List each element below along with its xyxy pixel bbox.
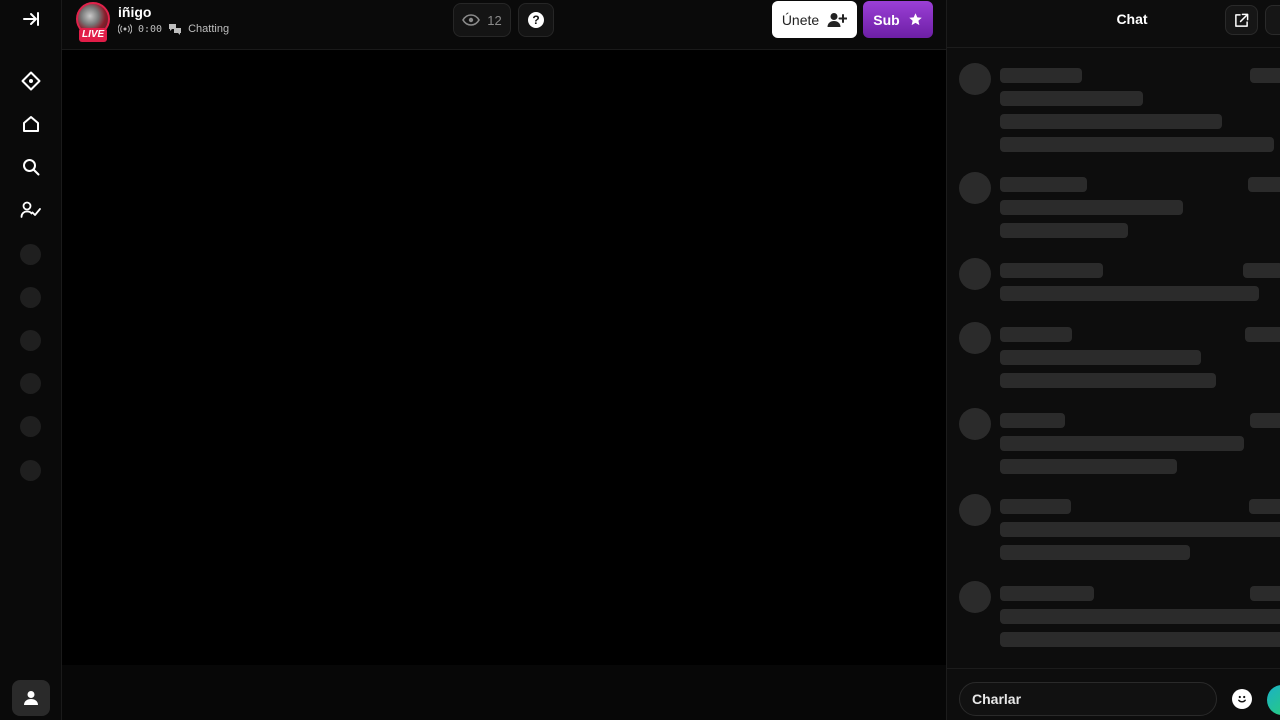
compass-diamond-icon — [21, 71, 41, 91]
followed-channel-placeholder[interactable] — [20, 287, 41, 308]
home-icon — [23, 116, 39, 132]
skeleton-avatar — [959, 581, 991, 613]
join-button-label: Únete — [781, 11, 820, 28]
skeleton-avatar — [959, 258, 991, 290]
skeleton-line — [1000, 545, 1190, 560]
stream-category[interactable]: Chatting — [188, 23, 229, 35]
skeleton-line — [1000, 436, 1244, 451]
sidebar-item-following[interactable] — [18, 197, 44, 223]
followed-channel-placeholder[interactable] — [20, 460, 41, 481]
skeleton-line — [1000, 522, 1280, 537]
user-icon — [24, 691, 38, 705]
skeleton-line — [1000, 223, 1128, 238]
sidebar-item-discover[interactable] — [18, 68, 44, 94]
video-player[interactable] — [62, 50, 946, 665]
skeleton-line — [1000, 327, 1072, 342]
eye-icon — [462, 14, 481, 26]
chat-composer — [947, 668, 1280, 720]
search-icon — [23, 159, 40, 176]
send-button[interactable] — [1267, 685, 1280, 715]
skeleton-line — [1000, 413, 1065, 428]
profile-button[interactable] — [12, 680, 50, 716]
skeleton-line — [1000, 114, 1222, 129]
skeleton-line — [1000, 137, 1274, 152]
skeleton-line — [1000, 91, 1143, 106]
skeleton-line — [1000, 177, 1087, 192]
stream-uptime: 0:00 — [138, 23, 163, 35]
viewer-count-value: 12 — [487, 12, 502, 28]
chat-input[interactable] — [959, 682, 1217, 716]
skeleton-line — [1000, 499, 1071, 514]
followed-channel-placeholder[interactable] — [20, 373, 41, 394]
skeleton-line — [1000, 632, 1280, 647]
skeleton-line — [1250, 586, 1280, 601]
star-icon — [908, 13, 922, 26]
skeleton-line — [1000, 68, 1082, 83]
sidebar-item-search[interactable] — [18, 154, 44, 180]
skeleton-avatar — [959, 322, 991, 354]
skeleton-line — [1249, 499, 1280, 514]
skeleton-line — [1243, 263, 1280, 278]
subscribe-button-label: Sub — [873, 11, 900, 28]
collapse-arrow-icon — [23, 12, 39, 26]
streamer-name[interactable]: iñigo — [118, 4, 151, 20]
streamer-avatar-link[interactable]: LIVE — [75, 2, 113, 42]
popout-chat-button[interactable] — [1225, 5, 1258, 35]
user-check-icon — [20, 201, 41, 218]
collapse-sidebar-button[interactable] — [18, 6, 44, 32]
chat-panel: Chat — [946, 0, 1280, 720]
sidebar-item-home[interactable] — [18, 111, 44, 137]
skeleton-avatar — [959, 172, 991, 204]
skeleton-avatar — [959, 63, 991, 95]
skeleton-avatar — [959, 408, 991, 440]
viewer-count: 12 — [453, 3, 511, 37]
skeleton-line — [1000, 263, 1103, 278]
stream-info-area — [62, 665, 946, 720]
help-button[interactable]: ? — [518, 3, 554, 37]
skeleton-line — [1000, 609, 1280, 624]
skeleton-line — [1000, 373, 1216, 388]
add-user-icon — [827, 12, 848, 27]
chat-bubbles-icon — [169, 24, 182, 35]
left-sidebar — [0, 0, 62, 720]
join-button[interactable]: Únete — [772, 1, 857, 38]
skeleton-line — [1248, 177, 1280, 192]
external-link-icon — [1235, 13, 1249, 27]
live-badge: LIVE — [79, 28, 108, 42]
broadcast-icon — [118, 24, 132, 34]
followed-channel-placeholder[interactable] — [20, 330, 41, 351]
smiley-icon — [1238, 695, 1246, 703]
chat-settings-button[interactable] — [1265, 5, 1280, 35]
stream-header: LIVE iñigo 0:00 Chatting 12 ? Únete Sub — [62, 0, 946, 50]
stream-meta: 0:00 Chatting — [118, 23, 229, 35]
skeleton-line — [1250, 68, 1280, 83]
skeleton-line — [1000, 586, 1094, 601]
skeleton-line — [1000, 350, 1201, 365]
skeleton-line — [1000, 286, 1259, 301]
skeleton-line — [1000, 459, 1177, 474]
help-icon: ? — [528, 12, 544, 28]
followed-channel-placeholder[interactable] — [20, 416, 41, 437]
skeleton-line — [1250, 413, 1280, 428]
followed-channel-placeholder[interactable] — [20, 244, 41, 265]
emoji-button[interactable] — [1232, 689, 1252, 709]
subscribe-button[interactable]: Sub — [863, 1, 933, 38]
skeleton-avatar — [959, 494, 991, 526]
chat-header: Chat — [947, 0, 1280, 48]
skeleton-line — [1000, 200, 1183, 215]
skeleton-line — [1245, 327, 1280, 342]
